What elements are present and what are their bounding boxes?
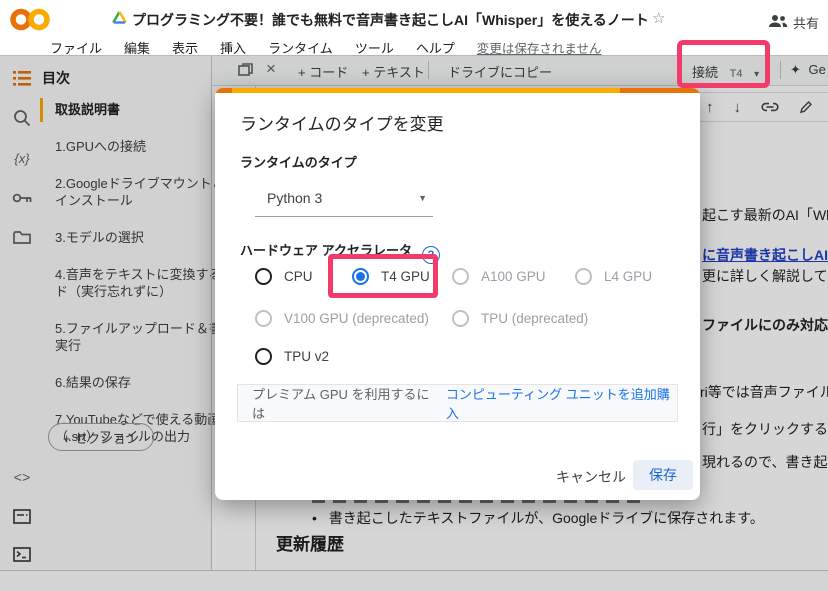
select-dropdown-icon: ▼ [418,193,427,203]
save-button[interactable]: 保存 [633,460,693,490]
radio-icon [255,348,272,365]
menu-view[interactable]: 表示 [172,38,198,55]
share-button[interactable]: 共有 [768,13,819,32]
radio-option-cpu[interactable]: CPU [255,266,313,286]
radio-icon [452,310,469,327]
runtime-type-value: Python 3 [267,190,322,206]
menu-bar: ファイル 編集 表示 挿入 ランタイム ツール ヘルプ 変更は保存されません [50,38,601,55]
dialog-title: ランタイムのタイプを変更 [240,110,444,135]
cancel-button[interactable]: キャンセル [547,462,635,492]
radio-option-a100-gpu: A100 GPU [452,266,546,286]
radio-icon [452,268,469,285]
save-status[interactable]: 変更は保存されません [477,38,602,55]
people-icon [768,14,788,31]
menu-runtime[interactable]: ランタイム [268,38,333,55]
change-runtime-dialog: ランタイムのタイプを変更 ランタイムのタイプ Python 3 ▼ ハードウェア… [215,88,700,500]
radio-icon [575,268,592,285]
buy-compute-units-link[interactable]: コンピューティング ユニットを追加購入 [446,384,677,422]
share-label: 共有 [793,13,819,32]
radio-option-v100-gpu: V100 GPU (deprecated) [255,308,429,328]
menu-insert[interactable]: 挿入 [220,38,246,55]
drive-icon [112,10,127,30]
premium-gpu-notice: プレミアム GPU を利用するには コンピューティング ユニットを追加購入 [237,384,678,422]
colab-window: プログラミング不要！誰でも無料で音声書き起こしAI「Whisper」を使えるノー… [0,0,828,591]
menu-file[interactable]: ファイル [50,38,102,55]
colab-logo-icon[interactable] [10,6,50,38]
radio-icon [255,268,272,285]
dialog-progress-bar [215,88,700,93]
star-icon[interactable]: ☆ [652,9,665,27]
menu-tools[interactable]: ツール [355,38,394,55]
annotation-highlight-connect [677,40,770,88]
radio-option-l4-gpu: L4 GPU [575,266,652,286]
annotation-highlight-t4-gpu [328,254,438,298]
runtime-type-select[interactable]: Python 3 ▼ [255,182,433,217]
notebook-title[interactable]: プログラミング不要！誰でも無料で音声書き起こしAI「Whisper」を使えるノー… [132,10,649,30]
radio-option-tpu: TPU (deprecated) [452,308,588,328]
radio-icon [255,310,272,327]
radio-option-tpu-v2[interactable]: TPU v2 [255,346,329,366]
menu-edit[interactable]: 編集 [124,38,150,55]
menu-help[interactable]: ヘルプ [416,38,455,55]
runtime-type-label: ランタイムのタイプ [240,152,357,171]
